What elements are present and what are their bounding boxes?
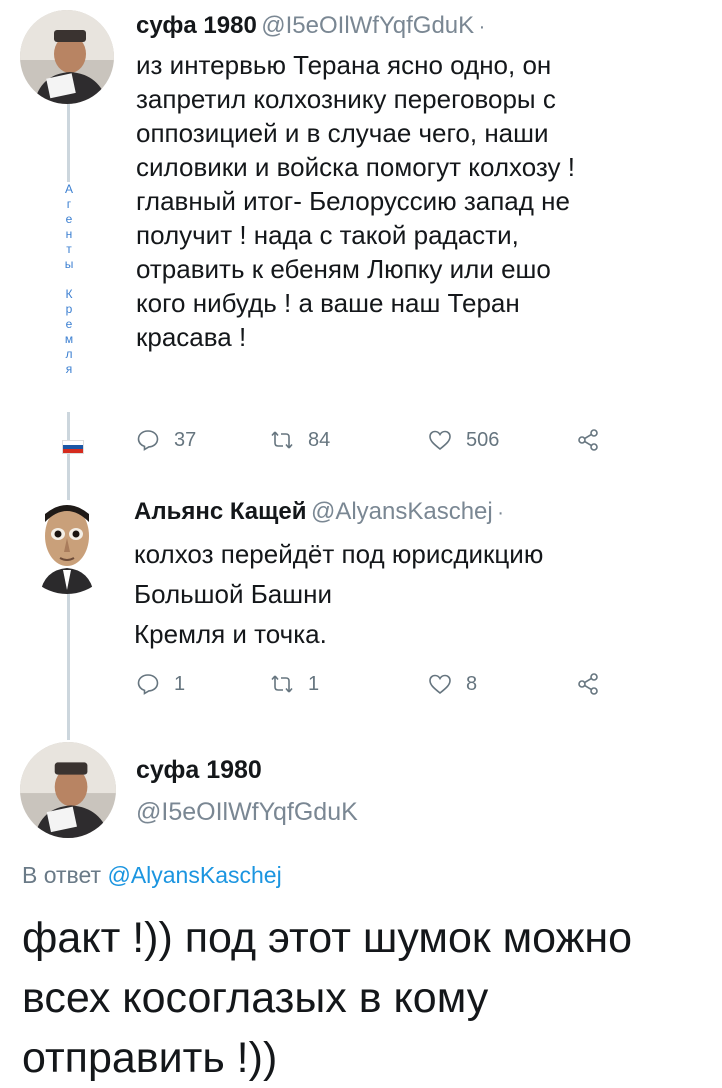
tweet1-text: из интервью Терана ясно одно, он запрети… bbox=[136, 50, 575, 352]
share-button[interactable] bbox=[576, 672, 600, 696]
tweet1-actions: 37 84 506 bbox=[136, 428, 616, 458]
author-name[interactable]: Альянс Кащей bbox=[134, 498, 307, 525]
side-letter: е bbox=[65, 212, 73, 226]
retweet-count: 1 bbox=[308, 672, 320, 695]
avatar[interactable] bbox=[20, 742, 116, 838]
heart-icon bbox=[429, 430, 451, 451]
side-letter: м bbox=[64, 332, 74, 346]
russia-flag-icon bbox=[62, 440, 84, 454]
reply-button[interactable]: 1 bbox=[136, 672, 185, 696]
reply-icon bbox=[137, 674, 159, 695]
side-letter: е bbox=[65, 317, 73, 331]
side-letter: л bbox=[65, 347, 73, 361]
share-button[interactable] bbox=[576, 428, 600, 452]
tweet2-text: колхоз перейдёт под юрисдикцию Большой Б… bbox=[134, 539, 544, 649]
like-count: 8 bbox=[466, 672, 478, 695]
like-count: 506 bbox=[466, 428, 500, 451]
retweet-icon bbox=[271, 431, 293, 449]
reply-handle-link[interactable]: @AlyansKaschej bbox=[107, 862, 281, 888]
reply-count: 37 bbox=[174, 428, 197, 451]
share-icon bbox=[578, 673, 598, 695]
retweet-button[interactable]: 1 bbox=[270, 672, 319, 696]
side-letter: К bbox=[65, 287, 73, 301]
author-handle[interactable]: @I5eOIlWfYqfGduK bbox=[136, 798, 358, 827]
reply-button[interactable]: 37 bbox=[136, 428, 196, 452]
side-letter: т bbox=[66, 242, 72, 256]
author-name[interactable]: суфа 1980 bbox=[136, 756, 262, 785]
author-handle[interactable]: @AlyansKaschej bbox=[311, 498, 493, 525]
retweet-count: 84 bbox=[308, 428, 331, 451]
reply-prefix: В ответ bbox=[22, 862, 102, 888]
avatar-photo bbox=[20, 742, 116, 838]
reply-context: В ответ @AlyansKaschej bbox=[22, 862, 282, 889]
tweet2-header: Альянс Кащей @AlyansKaschej · bbox=[134, 498, 504, 526]
tweet3-text: факт !)) под этот шумок можно всех косог… bbox=[22, 914, 633, 1082]
retweet-icon bbox=[271, 675, 293, 693]
separator-dot: · bbox=[478, 16, 486, 38]
heart-icon bbox=[429, 674, 451, 695]
tweet1-header: суфа 1980 @I5eOIlWfYqfGduK · bbox=[136, 12, 485, 40]
side-letter: я bbox=[65, 362, 73, 376]
tweet2-actions: 1 1 8 bbox=[136, 672, 616, 702]
share-icon bbox=[578, 429, 598, 451]
separator-dot: · bbox=[497, 502, 504, 524]
author-handle[interactable]: @I5eOIlWfYqfGduK bbox=[261, 12, 474, 39]
avatar-photo bbox=[20, 10, 114, 104]
side-letter: ы bbox=[64, 257, 74, 271]
reply-count: 1 bbox=[174, 672, 186, 695]
side-letter: н bbox=[65, 227, 73, 241]
side-letter: р bbox=[65, 302, 73, 316]
reply-icon bbox=[137, 430, 159, 451]
retweet-button[interactable]: 84 bbox=[270, 428, 330, 452]
author-name[interactable]: суфа 1980 bbox=[136, 12, 257, 39]
avatar-cartoon bbox=[20, 500, 114, 594]
like-button[interactable]: 506 bbox=[428, 428, 499, 452]
avatar[interactable] bbox=[20, 10, 114, 104]
like-button[interactable]: 8 bbox=[428, 672, 477, 696]
side-letter: А bbox=[64, 182, 73, 196]
side-letter: г bbox=[66, 197, 72, 211]
side-watermark-label: А г е н т ы К р е м л я bbox=[56, 182, 82, 412]
avatar[interactable] bbox=[20, 500, 114, 594]
